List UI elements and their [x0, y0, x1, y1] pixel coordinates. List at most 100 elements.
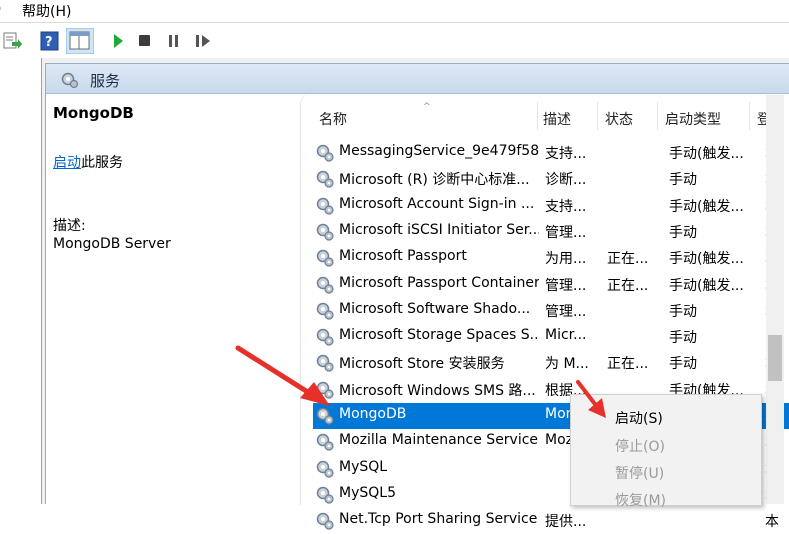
service-name: Microsoft Storage Spaces S... — [339, 327, 539, 344]
service-name: Microsoft Passport Container — [339, 274, 539, 291]
service-row[interactable]: Microsoft Storage Spaces S...Micr...手动网 — [313, 324, 789, 350]
service-row[interactable]: Microsoft Store 安装服务为 M...正在...手动本 — [313, 350, 789, 376]
service-name: Microsoft Software Shado... — [339, 300, 531, 317]
service-title: MongoDB — [53, 104, 134, 122]
service-gear-icon — [316, 249, 334, 267]
start-service-icon[interactable] — [112, 33, 124, 49]
sort-indicator-icon: ^ — [423, 102, 431, 112]
column-startup-type[interactable]: 启动类型 — [665, 109, 721, 129]
start-service-link[interactable]: 启动 — [53, 155, 81, 171]
service-startup-type: 手动 — [669, 172, 697, 189]
service-row[interactable]: Microsoft iSCSI Initiator Ser...管理...手动本 — [313, 219, 789, 245]
context-menu: 启动(S) 停止(O) 暂停(U) 恢复(M) — [570, 394, 762, 509]
service-gear-icon — [316, 460, 334, 478]
service-gear-icon — [316, 512, 334, 530]
service-gear-icon — [316, 276, 334, 294]
service-gear-icon — [316, 486, 334, 504]
panel-title: 服务 — [90, 72, 121, 90]
service-description: Micr... — [545, 327, 587, 344]
service-name: Microsoft iSCSI Initiator Ser... — [339, 221, 539, 238]
service-description: 管理... — [545, 303, 587, 320]
service-description: 为用... — [545, 251, 587, 268]
service-gear-icon — [316, 197, 334, 215]
menu-bar: ) 帮助(H) — [0, 0, 789, 22]
service-name: Microsoft Windows SMS 路... — [339, 382, 536, 399]
export-list-icon[interactable] — [2, 31, 22, 51]
service-row[interactable]: Microsoft Account Sign-in ... 支持... 手动(触发.… — [313, 193, 789, 219]
service-description: 支持... — [545, 146, 587, 162]
menu-edge-glyph: ) — [0, 1, 1, 17]
left-pane — [0, 58, 42, 504]
service-gear-icon — [316, 381, 334, 399]
service-gear-icon — [316, 434, 334, 451]
service-gear-icon — [316, 355, 334, 372]
vertical-scrollbar[interactable] — [766, 95, 784, 504]
service-startup-type: 手动 — [669, 224, 697, 241]
column-divider[interactable] — [597, 102, 598, 130]
service-row[interactable]: MessagingService_9e479f58支持...手动(触发...本 — [313, 140, 789, 166]
service-startup-type: 手动(触发... — [669, 277, 744, 294]
service-name: MySQL — [339, 458, 388, 475]
service-description: 管理... — [545, 277, 587, 294]
service-description: 管理... — [545, 224, 587, 241]
scrollbar-thumb[interactable] — [768, 335, 782, 381]
service-status: 正在... — [607, 356, 649, 373]
context-menu-resume[interactable]: 恢复(M) — [615, 490, 666, 510]
panel-header: 服务 — [46, 64, 789, 94]
service-startup-type: 手动(触发... — [669, 146, 744, 162]
service-startup-type: 手动 — [669, 356, 697, 373]
properties-pane-icon[interactable] — [66, 28, 94, 54]
service-gear-icon — [316, 171, 334, 188]
column-header: ^ 名称 描述 状态 启动类型 登 — [301, 102, 789, 132]
service-name: Net.Tcp Port Sharing Service — [339, 511, 538, 528]
service-detail-pane: MongoDB 启动此服务 描述: MongoDB Server — [46, 94, 300, 505]
service-description: 诊断... — [545, 172, 587, 189]
service-name: Microsoft Store 安装服务 — [339, 356, 505, 373]
start-service-line: 启动此服务 — [53, 152, 123, 172]
services-gear-icon — [61, 72, 79, 89]
service-status: 正在... — [607, 277, 649, 294]
service-name: Microsoft (R) 诊断中心标准... — [339, 172, 530, 189]
service-name: MongoDB — [339, 406, 407, 422]
service-startup-type: 手动(触发... — [669, 198, 744, 215]
description-label: 描述: — [53, 218, 86, 234]
service-logon: 本 — [765, 514, 779, 531]
service-description: 提供... — [545, 514, 587, 531]
context-menu-pause[interactable]: 暂停(U) — [615, 463, 664, 483]
column-status[interactable]: 状态 — [605, 109, 633, 129]
service-name: Microsoft Passport — [339, 248, 467, 265]
menu-help[interactable]: 帮助(H) — [22, 1, 71, 21]
column-name[interactable]: 名称 — [319, 109, 347, 129]
svg-text:?: ? — [45, 35, 53, 50]
context-menu-start[interactable]: 启动(S) — [615, 408, 663, 428]
service-name: Microsoft Account Sign-in ... — [339, 195, 535, 212]
toolbar: ? — [0, 22, 789, 58]
service-row[interactable]: Microsoft Passport Container 管理... 正在... 手动… — [313, 272, 789, 298]
pause-service-icon[interactable] — [167, 33, 181, 49]
column-description[interactable]: 描述 — [543, 109, 571, 129]
help-icon[interactable]: ? — [40, 31, 60, 51]
service-startup-type: 手动 — [669, 303, 697, 320]
service-gear-icon — [316, 407, 334, 425]
service-row[interactable]: Net.Tcp Port Sharing Service 提供... 本 — [313, 508, 789, 534]
context-menu-stop[interactable]: 停止(O) — [615, 436, 665, 456]
column-divider[interactable] — [749, 102, 750, 130]
stop-service-icon[interactable] — [138, 34, 152, 48]
service-row[interactable]: Microsoft (R) 诊断中心标准...诊断...手动本 — [313, 166, 789, 192]
resume-service-icon[interactable] — [194, 33, 212, 49]
column-divider[interactable] — [537, 102, 538, 130]
service-description: 支持... — [545, 198, 587, 215]
service-gear-icon — [316, 328, 334, 346]
service-row[interactable]: Microsoft Passport为用...正在...手动(触发...本 — [313, 245, 789, 271]
service-name: Mozilla Maintenance Service — [339, 432, 539, 449]
service-gear-icon — [316, 223, 334, 241]
service-status: 正在... — [607, 251, 649, 268]
service-gear-icon — [316, 302, 334, 320]
service-startup-type: 手动 — [669, 330, 697, 347]
service-row[interactable]: Microsoft Software Shado...管理...手动本 — [313, 298, 789, 324]
start-service-suffix: 此服务 — [81, 155, 123, 171]
service-name: MessagingService_9e479f58 — [339, 143, 539, 159]
service-description: 为 M... — [545, 356, 589, 373]
column-divider[interactable] — [657, 102, 658, 130]
description-text: MongoDB Server — [53, 236, 171, 252]
